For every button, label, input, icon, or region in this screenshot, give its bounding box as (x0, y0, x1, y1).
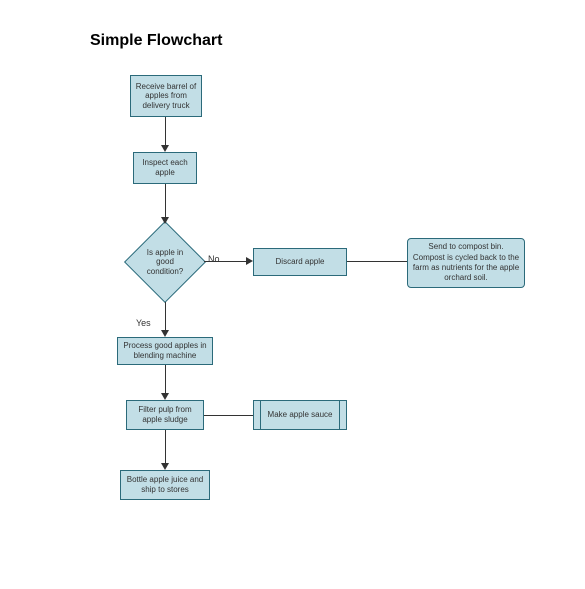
arrow-line (165, 117, 166, 147)
connector-line (204, 415, 253, 416)
label-no: No (208, 254, 220, 264)
connector-line (347, 261, 407, 262)
arrow-head (161, 393, 169, 400)
arrow-line (165, 430, 166, 465)
node-process: Process good apples in blending machine (117, 337, 213, 365)
arrow-line (165, 184, 166, 219)
node-sauce: Make apple sauce (253, 400, 347, 430)
label-yes: Yes (136, 318, 151, 328)
node-inspect: Inspect each apple (133, 152, 197, 184)
node-filter: Filter pulp from apple sludge (126, 400, 204, 430)
arrow-head (161, 463, 169, 470)
node-discard: Discard apple (253, 248, 347, 276)
decision-text: Is apple in good condition? (137, 248, 193, 277)
page-title: Simple Flowchart (90, 32, 222, 50)
node-compost: Send to compost bin. Compost is cycled b… (407, 238, 525, 288)
arrow-line (165, 302, 166, 332)
node-bottle: Bottle apple juice and ship to stores (120, 470, 210, 500)
arrow-line (204, 261, 248, 262)
arrow-line (165, 365, 166, 395)
arrow-head (246, 257, 253, 265)
node-decision: Is apple in good condition? (125, 222, 205, 302)
arrow-head (161, 145, 169, 152)
arrow-head (161, 330, 169, 337)
node-receive: Receive barrel of apples from delivery t… (130, 75, 202, 117)
